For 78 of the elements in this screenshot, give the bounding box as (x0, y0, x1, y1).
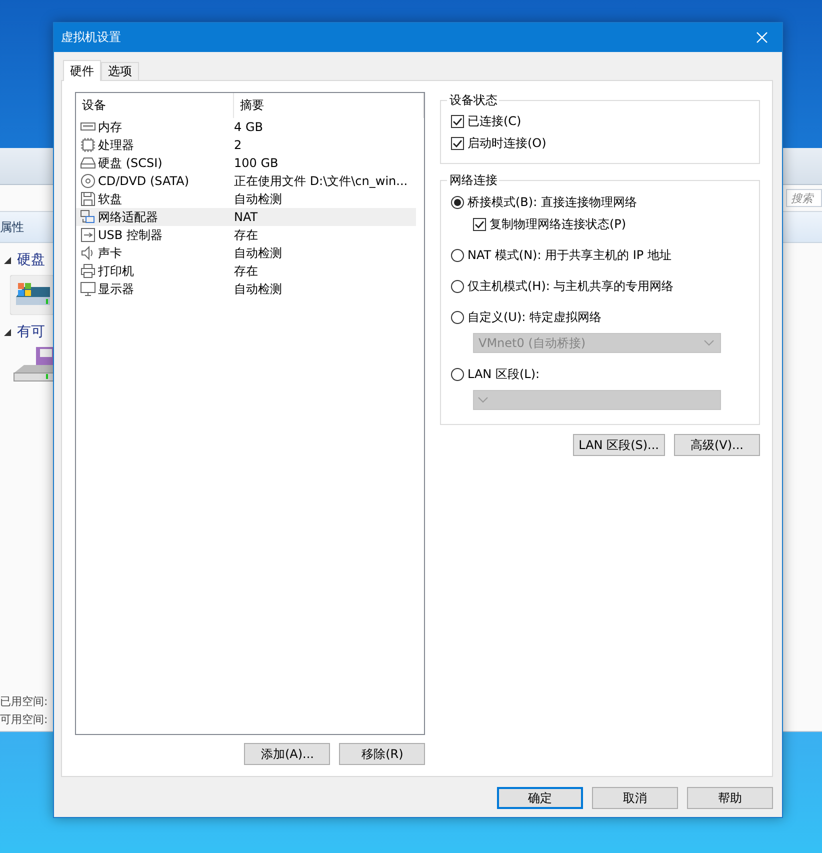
search-field[interactable]: 搜索 (786, 189, 822, 207)
toolbar-label[interactable]: 属性 (0, 218, 24, 236)
network-button[interactable]: LAN 区段(S)... (572, 434, 665, 456)
checkbox-label[interactable]: 复制物理网络连接状态(P) (489, 216, 626, 232)
chip-icon (80, 137, 96, 153)
radio-button[interactable] (451, 196, 464, 208)
device-name: 打印机 (98, 262, 134, 280)
radio-label[interactable]: 桥接模式(B): 直接连接物理网络 (467, 194, 637, 210)
device-summary: 2 (234, 138, 243, 152)
device-name: 声卡 (98, 244, 122, 262)
radio-button[interactable] (451, 310, 464, 324)
device-row[interactable]: 声卡 自动检测 (76, 244, 416, 262)
radio-button[interactable] (451, 248, 464, 262)
device-summary: NAT (234, 210, 259, 224)
device-row[interactable]: 显示器 自动检测 (76, 280, 416, 298)
radio-label[interactable]: LAN 区段(L): (467, 366, 540, 382)
dialog-button[interactable]: 确定 (497, 787, 583, 809)
device-row[interactable]: 硬盘 (SCSI) 100 GB (76, 154, 416, 172)
device-summary: 自动检测 (234, 244, 283, 262)
dialog-button[interactable]: 帮助 (687, 787, 773, 809)
usb-icon (80, 227, 96, 243)
device-row[interactable]: 内存 4 GB (76, 118, 416, 136)
radio-label[interactable]: NAT 模式(N): 用于共享主机的 IP 地址 (467, 246, 672, 264)
device-button[interactable]: 添加(A)... (244, 743, 330, 765)
device-summary: 正在使用文件 D:\文件\cn_win... (234, 172, 409, 190)
device-name: 处理器 (98, 136, 134, 154)
device-name: 网络适配器 (98, 208, 158, 226)
device-row[interactable]: 打印机 存在 (76, 262, 416, 280)
window-title: 虚拟机设置 (61, 29, 121, 46)
checkbox-label[interactable]: 已连接(C) (467, 112, 522, 130)
device-button[interactable]: 移除(R) (339, 743, 426, 765)
radio-button[interactable] (451, 280, 464, 292)
group-header[interactable]: 硬盘 (17, 251, 45, 269)
device-name: CD/DVD (SATA) (98, 174, 190, 188)
device-name: 内存 (98, 118, 122, 136)
network-button[interactable]: 高级(V)... (674, 434, 760, 456)
radio-label[interactable]: 仅主机模式(H): 与主机共享的专用网络 (467, 278, 674, 294)
space-label: 可用空间: (0, 712, 48, 727)
device-row[interactable]: 网络适配器 NAT (76, 208, 416, 226)
space-label: 已用空间: (0, 694, 48, 709)
device-name: 显示器 (98, 280, 134, 298)
column-header[interactable]: 摘要 (234, 93, 424, 118)
expand-icon[interactable] (4, 328, 11, 336)
dialog-button[interactable]: 取消 (592, 787, 678, 809)
network-icon (80, 209, 96, 225)
checkbox[interactable] (473, 218, 486, 230)
printer-icon (80, 263, 96, 279)
device-row[interactable]: 处理器 2 (76, 136, 416, 154)
expand-icon[interactable] (4, 256, 11, 264)
device-name: USB 控制器 (98, 226, 162, 244)
group-header[interactable]: 有可 (17, 323, 45, 341)
device-row[interactable]: 软盘 自动检测 (76, 190, 416, 208)
chevron-icon (704, 340, 714, 346)
chevron-icon (478, 397, 488, 403)
device-name: 硬盘 (SCSI) (98, 154, 162, 172)
device-summary: 4 GB (234, 120, 264, 134)
device-summary: 存在 (234, 262, 259, 280)
device-summary: 自动检测 (234, 280, 283, 298)
radio-label[interactable]: 自定义(U): 特定虚拟网络 (467, 308, 602, 326)
floppy-icon (80, 191, 96, 207)
tab[interactable]: 硬件 (63, 60, 101, 81)
checkbox-label[interactable]: 启动时连接(O) (467, 134, 546, 152)
column-header[interactable]: 设备 (76, 93, 234, 118)
checkbox[interactable] (451, 136, 464, 150)
device-summary: 存在 (234, 226, 259, 244)
disc-icon (80, 173, 96, 189)
radio-button[interactable] (451, 368, 464, 380)
device-summary: 自动检测 (234, 190, 283, 208)
group-title: 网络连接 (448, 172, 498, 189)
tab[interactable]: 选项 (101, 62, 139, 80)
disk-drive-icon (80, 155, 96, 171)
device-row[interactable]: CD/DVD (SATA) 正在使用文件 D:\文件\cn_win... (76, 172, 416, 190)
device-name: 软盘 (98, 190, 122, 208)
monitor-icon (80, 281, 96, 297)
group-title: 设备状态 (448, 92, 498, 109)
device-row[interactable]: USB 控制器 存在 (76, 226, 416, 244)
checkbox[interactable] (451, 114, 464, 128)
device-summary: 100 GB (234, 156, 280, 170)
